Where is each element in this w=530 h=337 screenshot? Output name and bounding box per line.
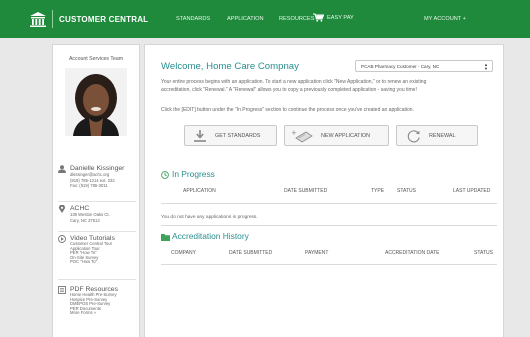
pdf-resources-section: PDF Resources Home Health Pre-Survey Hos… (58, 286, 118, 316)
org-address-line2: Cary, NC 27513 (70, 217, 100, 223)
cart-icon (313, 13, 324, 22)
col-status: STATUS (397, 188, 416, 194)
nav-easy-pay[interactable]: EASY PAY (313, 13, 354, 22)
nav-easy-pay-label: EASY PAY (327, 14, 354, 21)
play-circle-icon (58, 235, 66, 243)
new-application-button[interactable]: + NEW APPLICATION (284, 125, 389, 146)
table-header-rule (161, 264, 497, 265)
col-company: COMPANY (171, 250, 196, 256)
col-application: APPLICATION (183, 188, 216, 194)
col-type: TYPE (371, 188, 385, 194)
sidebar-divider (58, 231, 136, 232)
col-last-updated: LAST UPDATED (453, 188, 491, 194)
get-standards-label: GET STANDARDS (215, 132, 261, 139)
location-select-value: PCAB Pharmacy Customer - Cary, NC (361, 64, 440, 69)
new-application-label: NEW APPLICATION (321, 132, 371, 139)
main-panel: Welcome, Home Care Compnay PCAB Pharmacy… (144, 44, 504, 337)
document-icon (58, 286, 66, 294)
nav-standards[interactable]: STANDARDS (176, 16, 210, 22)
folder-icon (161, 234, 170, 241)
svg-text:+: + (291, 129, 297, 137)
account-team-title: Account Services Team (68, 56, 124, 62)
in-progress-empty-message: You do not have any applications in prog… (161, 215, 258, 220)
table-bottom-rule (161, 225, 497, 226)
contact-section: Danielle Kissinger dkissinger@achc.org (… (58, 165, 124, 189)
intro-line: accreditation, click "Renewal." A "Renew… (161, 87, 417, 93)
video-link-poc-how-to[interactable]: POC "How To" (70, 260, 115, 265)
intro-line: Your entire process begins with an appli… (161, 79, 427, 85)
renewal-label: RENEWAL (429, 132, 456, 139)
col-payment: PAYMENT (305, 250, 329, 256)
intro-text: Your entire process begins with an appli… (161, 78, 497, 94)
col-accreditation-date: ACCREDITATION DATE (385, 250, 440, 256)
map-pin-icon (59, 205, 65, 213)
contact-fax: Fax: (919) 785-3011 (70, 183, 108, 189)
person-icon (58, 165, 66, 173)
renewal-button[interactable]: RENEWAL (396, 125, 478, 146)
address-section: ACHC 139 Weston Oaks Ct. Cary, NC 27513 (58, 205, 110, 223)
contact-photo (65, 68, 127, 136)
accreditation-history-title: Accreditation History (172, 231, 249, 241)
table-header-rule (161, 203, 497, 204)
org-name: ACHC (70, 205, 90, 212)
building-icon (30, 11, 46, 27)
refresh-icon (407, 129, 420, 142)
location-select[interactable]: PCAB Pharmacy Customer - Cary, NC ▲ ▼ (355, 60, 493, 72)
page-title: Welcome, Home Care Compnay (161, 61, 299, 72)
brand-name: CUSTOMER CENTRAL (59, 14, 149, 24)
contact-name: Danielle Kissinger (70, 165, 125, 172)
logo-divider (52, 10, 53, 28)
pdf-link-more-forms[interactable]: More Forms » (70, 311, 118, 316)
clock-icon (161, 171, 169, 179)
video-tutorials-section: Video Tutorials Customer Central Tour Ap… (58, 235, 115, 265)
col-status: STATUS (474, 250, 493, 256)
top-navigation-bar: CUSTOMER CENTRAL STANDARDS APPLICATION R… (0, 0, 530, 38)
select-arrows-icon: ▲ ▼ (484, 62, 488, 71)
nav-my-account[interactable]: MY ACCOUNT + (424, 16, 466, 22)
col-date-submitted: DATE SUBMITTED (284, 188, 328, 194)
col-date-submitted: DATE SUBMITTED (229, 250, 273, 256)
sidebar: Account Services Team Danielle Kissinger… (52, 44, 140, 337)
edit-instructions: Click the [EDIT] button under the "In Pr… (161, 107, 414, 113)
in-progress-title: In Progress (172, 169, 215, 179)
sidebar-divider (58, 279, 136, 280)
brand-logo[interactable]: CUSTOMER CENTRAL (30, 10, 148, 28)
download-icon (194, 129, 206, 142)
contact-portrait (65, 68, 127, 136)
new-document-icon: + (291, 129, 313, 142)
sidebar-divider (58, 201, 136, 202)
org-address-line1: 139 Weston Oaks Ct. (70, 212, 110, 217)
get-standards-button[interactable]: GET STANDARDS (184, 125, 277, 146)
nav-application[interactable]: APPLICATION (227, 16, 264, 22)
